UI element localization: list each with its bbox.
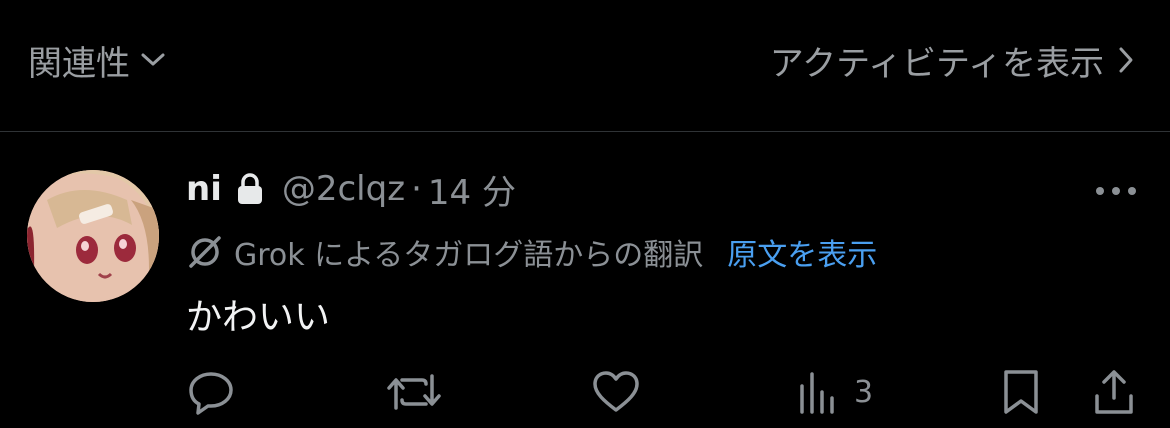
more-horizontal-icon — [1095, 181, 1137, 200]
display-name[interactable]: ni — [186, 169, 222, 209]
views-button[interactable]: 3 — [796, 368, 873, 416]
reply-header: ni @2clqz · 14 分 — [186, 165, 516, 214]
bookmark-icon — [998, 368, 1044, 416]
reply-button[interactable] — [186, 368, 236, 416]
timestamp[interactable]: 14 分 — [428, 165, 516, 214]
separator-dot: · — [411, 169, 422, 209]
translation-note: Grok によるタガログ語からの翻訳 — [234, 238, 704, 273]
like-button[interactable] — [590, 368, 642, 416]
chevron-right-icon — [1118, 46, 1134, 74]
grok-icon — [186, 233, 224, 271]
show-original-link[interactable]: 原文を表示 — [727, 230, 877, 274]
heart-icon — [590, 368, 642, 416]
avatar-image — [27, 170, 159, 302]
chevron-down-icon — [140, 52, 166, 68]
repost-button[interactable] — [386, 368, 442, 416]
share-button[interactable] — [1092, 368, 1136, 416]
bookmark-button[interactable] — [998, 368, 1044, 416]
reply-thread-view: 関連性 アクティビティを表示 ni @2clqz · 14 分 Grok による… — [0, 0, 1170, 428]
show-activity-link[interactable]: アクティビティを表示 — [770, 36, 1134, 84]
sort-label: 関連性 — [28, 43, 130, 84]
lock-icon — [234, 172, 266, 206]
action-bar: 3 — [0, 360, 1170, 424]
translation-notice: Grok によるタガログ語からの翻訳 原文を表示 — [186, 230, 877, 274]
repost-icon — [386, 368, 442, 416]
user-handle[interactable]: @2clqz — [282, 169, 405, 209]
reply-icon — [186, 368, 236, 416]
views-chart-icon — [796, 368, 840, 416]
sort-dropdown-button[interactable]: 関連性 — [28, 36, 166, 84]
reply-body-text: かわいい — [186, 297, 331, 338]
more-options-button[interactable] — [1092, 170, 1140, 210]
share-icon — [1092, 368, 1136, 416]
avatar[interactable] — [27, 170, 159, 302]
activity-label: アクティビティを表示 — [769, 43, 1104, 84]
replies-header-bar: 関連性 アクティビティを表示 — [0, 0, 1170, 132]
views-count: 3 — [854, 374, 874, 410]
